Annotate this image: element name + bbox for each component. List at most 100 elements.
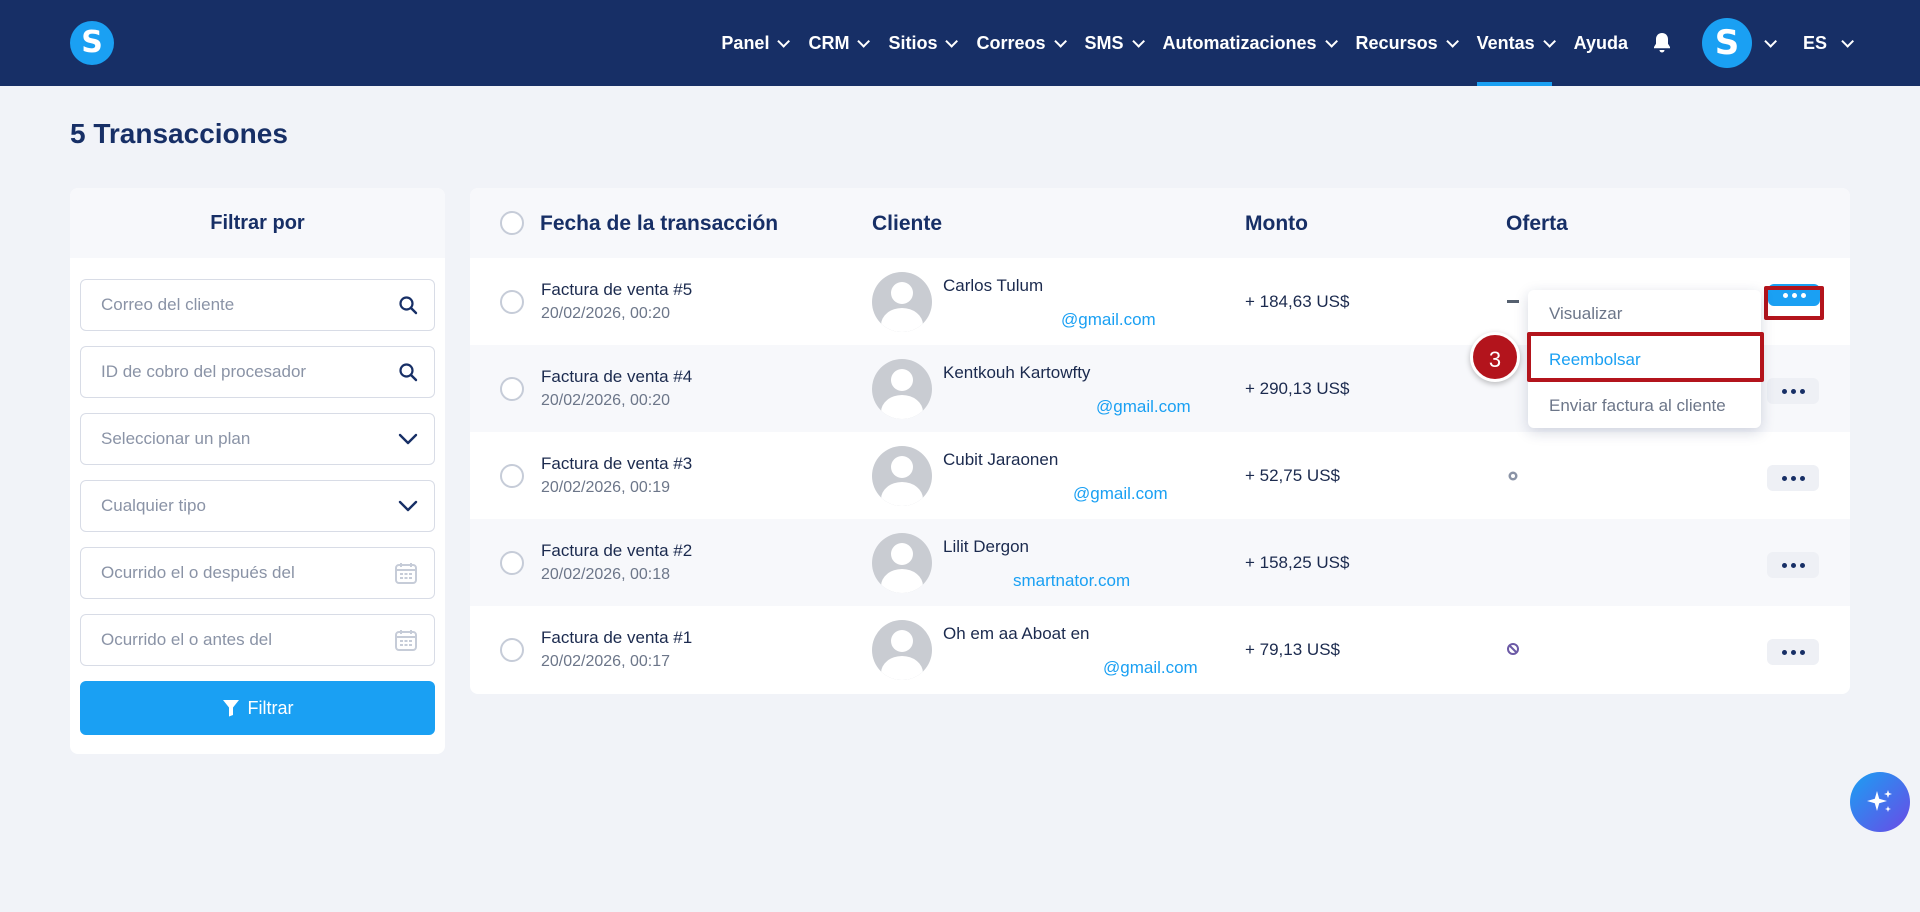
menu-item-send-invoice[interactable]: Enviar factura al cliente xyxy=(1549,396,1726,416)
nav-item-sitios[interactable]: Sitios xyxy=(888,0,959,86)
step-badge: 3 xyxy=(1470,332,1520,382)
invoice-date: 20/02/2026, 00:20 xyxy=(541,392,671,409)
plan-select[interactable]: Seleccionar un plan xyxy=(80,413,435,465)
nav-item-sms[interactable]: SMS xyxy=(1084,0,1145,86)
row-select-radio[interactable] xyxy=(500,638,524,662)
nav-label: Ventas xyxy=(1476,32,1535,53)
transaction-amount: + 184,63 US$ xyxy=(1245,292,1350,311)
page-title: 5 Transacciones xyxy=(70,118,288,149)
placeholder-text: Correo del cliente xyxy=(101,295,235,314)
customer-name[interactable]: Lilit Dergon xyxy=(943,537,1029,557)
chevron-down-icon xyxy=(777,34,791,48)
date-before-input[interactable]: Ocurrido el o antes del xyxy=(80,614,435,666)
menu-item-view[interactable]: Visualizar xyxy=(1549,304,1622,324)
app-logo[interactable]: S xyxy=(70,21,114,65)
row-select-radio[interactable] xyxy=(500,377,524,401)
chevron-down-icon xyxy=(1841,34,1854,48)
nav-item-crm[interactable]: CRM xyxy=(808,0,871,86)
filter-panel: Filtrar por Correo del cliente ID de cob… xyxy=(70,188,445,754)
offer-thumbnail-icon xyxy=(1507,643,1519,655)
funnel-icon xyxy=(222,700,239,717)
calendar-icon xyxy=(395,630,417,651)
highlight-box xyxy=(1764,286,1824,320)
nav-label: Panel xyxy=(721,32,770,53)
user-avatar[interactable]: S xyxy=(1701,18,1752,68)
customer-avatar xyxy=(872,359,932,419)
customer-name[interactable]: Cubit Jaraonen xyxy=(943,450,1058,470)
nav-label: Correos xyxy=(976,32,1046,53)
customer-email[interactable]: @gmail.com xyxy=(943,484,1203,504)
nav-label: SMS xyxy=(1084,32,1124,53)
nav-item-ventas[interactable]: Ventas xyxy=(1476,0,1556,86)
search-icon xyxy=(399,296,418,315)
row-actions-button[interactable] xyxy=(1767,378,1819,404)
nav-label: Sitios xyxy=(888,32,938,53)
nav-item-ayuda[interactable]: Ayuda xyxy=(1574,0,1628,86)
row-actions-button[interactable] xyxy=(1767,465,1819,491)
table-header: Fecha de la transacción Cliente Monto Of… xyxy=(470,188,1850,258)
table-row[interactable]: Factura de venta #1 20/02/2026, 00:17 Oh… xyxy=(470,606,1850,693)
ai-assistant-button[interactable] xyxy=(1850,772,1910,832)
chevron-down-icon xyxy=(945,34,959,48)
nav-label: Automatizaciones xyxy=(1162,32,1317,53)
language-selector[interactable]: ES xyxy=(1802,0,1854,86)
row-select-radio[interactable] xyxy=(500,290,524,314)
invoice-date: 20/02/2026, 00:18 xyxy=(541,566,671,583)
nav-label: Recursos xyxy=(1355,32,1438,53)
date-after-input[interactable]: Ocurrido el o después del xyxy=(80,547,435,599)
invoice-title[interactable]: Factura de venta #5 xyxy=(541,280,692,300)
search-icon xyxy=(399,363,418,382)
nav-item-panel[interactable]: Panel xyxy=(721,0,791,86)
chevron-down-icon xyxy=(1324,34,1338,48)
row-select-radio[interactable] xyxy=(500,551,524,575)
placeholder-text: Ocurrido el o antes del xyxy=(101,630,273,649)
top-navbar: S Panel CRM Sitios Correos SMS Automatiz… xyxy=(0,0,1920,86)
row-actions-button[interactable] xyxy=(1767,639,1819,665)
customer-email[interactable]: smartnator.com xyxy=(943,571,1203,591)
processor-charge-id-input[interactable]: ID de cobro del procesador xyxy=(80,346,435,398)
nav-item-recursos[interactable]: Recursos xyxy=(1355,0,1459,86)
type-select[interactable]: Cualquier tipo xyxy=(80,480,435,532)
invoice-title[interactable]: Factura de venta #2 xyxy=(541,541,692,561)
nav-item-correos[interactable]: Correos xyxy=(976,0,1067,86)
customer-email[interactable]: @gmail.com xyxy=(943,658,1208,678)
filter-button[interactable]: Filtrar xyxy=(80,681,435,735)
customer-avatar xyxy=(872,533,932,593)
language-label: ES xyxy=(1802,32,1827,53)
invoice-date: 20/02/2026, 00:19 xyxy=(541,479,671,496)
invoice-date: 20/02/2026, 00:20 xyxy=(541,305,671,322)
filter-button-label: Filtrar xyxy=(247,697,294,718)
invoice-title[interactable]: Factura de venta #1 xyxy=(541,628,692,648)
customer-email-input[interactable]: Correo del cliente xyxy=(80,279,435,331)
placeholder-text: Cualquier tipo xyxy=(101,496,206,515)
column-header-date[interactable]: Fecha de la transacción xyxy=(540,212,778,236)
select-all-radio[interactable] xyxy=(500,211,524,235)
bell-icon[interactable] xyxy=(1652,32,1672,54)
calendar-icon xyxy=(395,563,417,584)
column-header-offer[interactable]: Oferta xyxy=(1506,212,1568,236)
table-row[interactable]: Factura de venta #2 20/02/2026, 00:18 Li… xyxy=(470,519,1850,606)
column-header-amount[interactable]: Monto xyxy=(1245,212,1308,236)
offer-thumbnail-icon xyxy=(1508,471,1518,481)
invoice-date: 20/02/2026, 00:17 xyxy=(541,653,671,670)
offer-thumbnail-icon xyxy=(1507,300,1519,303)
chevron-down-icon xyxy=(1445,34,1459,48)
customer-avatar xyxy=(872,620,932,680)
customer-name[interactable]: Kentkouh Kartowfty xyxy=(943,363,1090,383)
invoice-title[interactable]: Factura de venta #3 xyxy=(541,454,692,474)
transaction-amount: + 79,13 US$ xyxy=(1245,640,1340,659)
customer-email[interactable]: @gmail.com xyxy=(943,397,1203,417)
customer-name[interactable]: Oh em aa Aboat en xyxy=(943,624,1090,644)
customer-name[interactable]: Carlos Tulum xyxy=(943,276,1043,296)
nav-label: CRM xyxy=(808,32,850,53)
nav-item-automatizaciones[interactable]: Automatizaciones xyxy=(1162,0,1338,86)
column-header-client[interactable]: Cliente xyxy=(872,212,942,236)
row-actions-button[interactable] xyxy=(1767,552,1819,578)
table-row[interactable]: Factura de venta #3 20/02/2026, 00:19 Cu… xyxy=(470,432,1850,519)
placeholder-text: ID de cobro del procesador xyxy=(101,362,307,381)
chevron-down-icon[interactable] xyxy=(1764,34,1777,48)
customer-email[interactable]: @gmail.com xyxy=(943,310,1203,330)
invoice-title[interactable]: Factura de venta #4 xyxy=(541,367,692,387)
sparkle-icon xyxy=(1867,790,1892,812)
row-select-radio[interactable] xyxy=(500,464,524,488)
